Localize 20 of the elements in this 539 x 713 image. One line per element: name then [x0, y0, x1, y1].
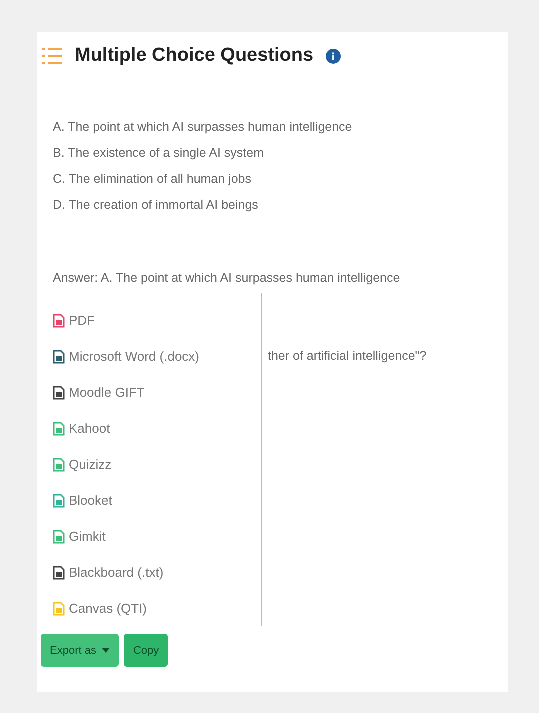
menu-item[interactable]: Blooket — [53, 489, 112, 512]
answer-option: B. The existence of a single AI system — [53, 142, 539, 162]
menu-item[interactable]: Blackboard (.txt) — [53, 561, 164, 584]
menu-item[interactable]: Kahoot — [53, 417, 110, 440]
copy-button[interactable]: Copy — [124, 634, 168, 668]
info-icon[interactable] — [326, 48, 341, 64]
menu-item[interactable]: Canvas (QTI) — [53, 597, 148, 620]
menu-item[interactable]: Microsoft Word (.docx) — [53, 345, 200, 368]
answer-option: D. The creation of immortal AI beings — [53, 194, 539, 214]
menu-item[interactable]: Moodle GIFT — [53, 381, 145, 404]
menu-item[interactable]: PDF — [53, 309, 95, 332]
export-button[interactable]: Export as — [41, 634, 120, 668]
menu-item[interactable]: Gimkit — [53, 525, 106, 548]
answer-option: C. The elimination of all human jobs — [53, 168, 539, 188]
section-title: Multiple Choice Questions — [75, 44, 314, 68]
answer-option: A. The point at which AI surpasses human intelligence — [53, 116, 539, 136]
menu-item[interactable]: Quizizz — [53, 453, 112, 476]
caret-icon — [102, 648, 110, 654]
answer-text: Answer: A. The point at which AI surpasses human intelligence — [53, 270, 402, 287]
question-text: ther of artificial intelligence"? — [268, 348, 427, 366]
